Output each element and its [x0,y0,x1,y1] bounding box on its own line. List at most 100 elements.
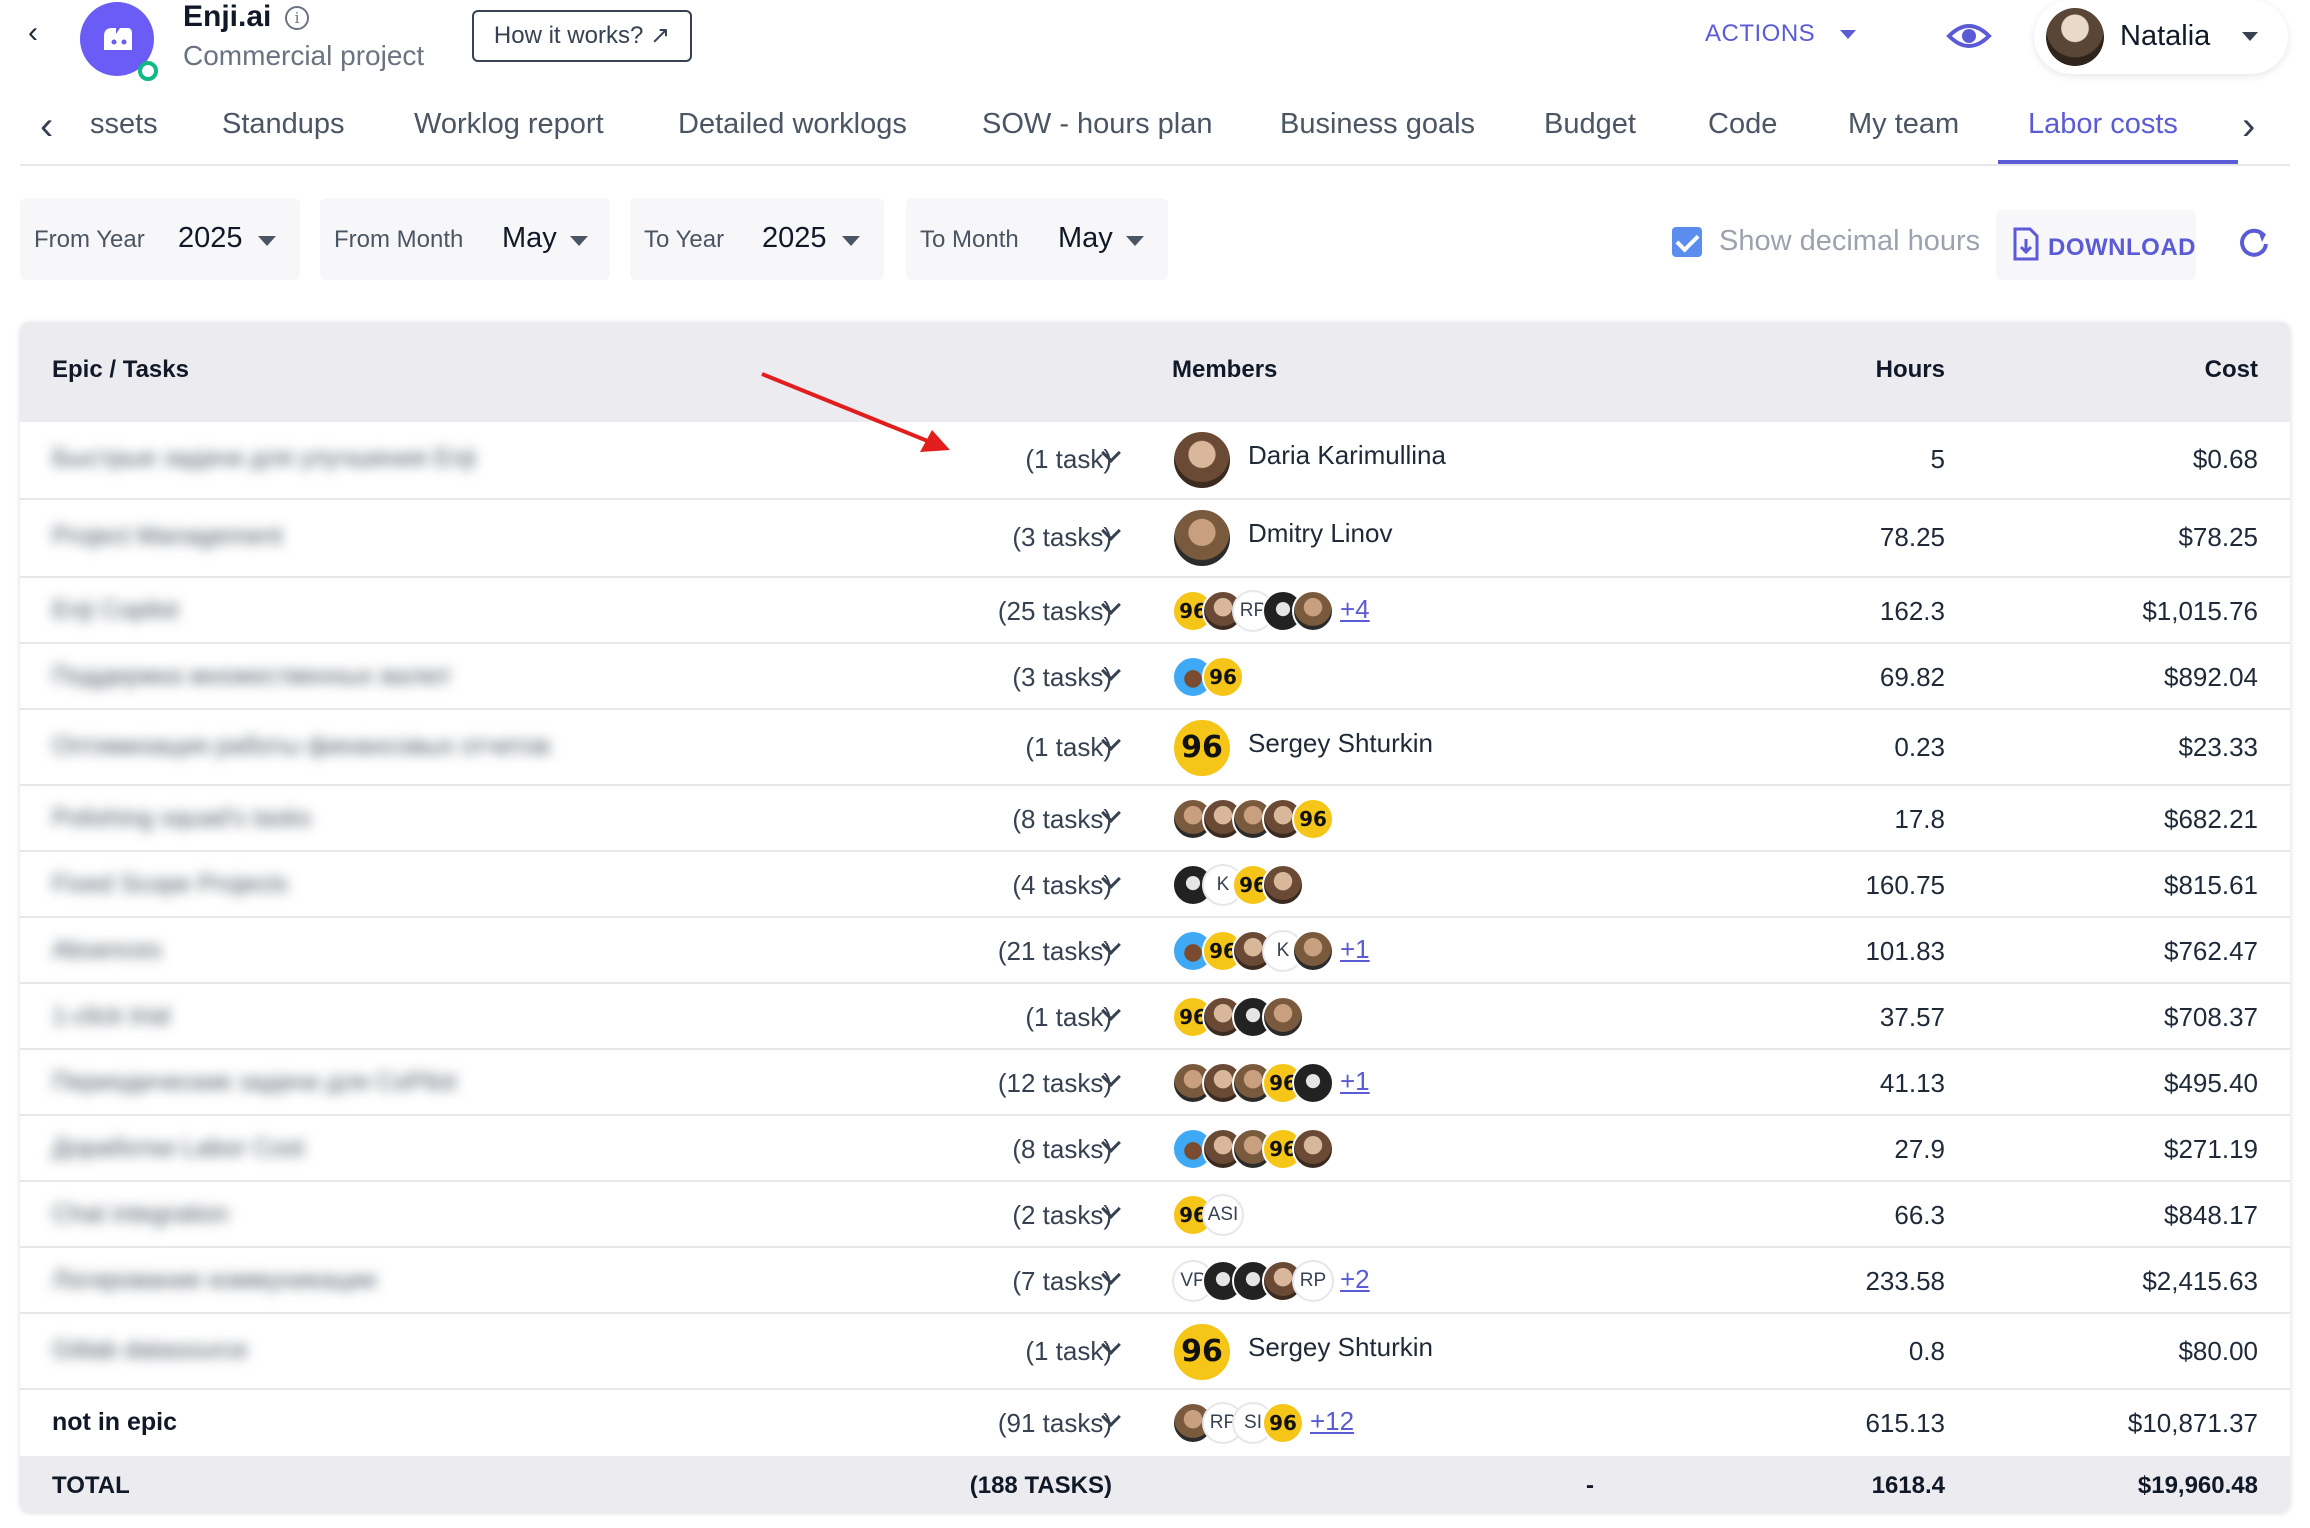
table-row[interactable]: Доработки Labor Cost (8 tasks) 96 27.9 $… [20,1116,2290,1182]
task-count: (4 tasks) [1012,870,1112,900]
task-count: (7 tasks) [1012,1266,1112,1296]
tabs-scroll-right-icon[interactable]: › [2242,106,2255,146]
tab-assets[interactable]: ssets [90,108,158,141]
task-count: (12 tasks) [997,1068,1112,1098]
avatar[interactable]: RP [1292,1260,1334,1302]
task-count: (3 tasks) [1012,662,1112,692]
caret-down-icon [842,236,860,246]
back-icon[interactable]: ‹ [28,18,58,48]
table-row[interactable]: Absences (21 tasks) 96 K +1 101.83 $762.… [20,918,2290,984]
how-it-works-button[interactable]: How it works? ↗ [472,10,692,62]
from-year-value: 2025 [178,222,243,254]
avatar[interactable]: 96 [1172,1322,1232,1382]
avatar[interactable] [1172,430,1232,490]
labor-costs-table: Epic / Tasks Members Hours Cost Быстрые … [20,322,2290,1512]
table-row[interactable]: Chat integration (2 tasks) 96 ASI 66.3 $… [20,1182,2290,1248]
table-row[interactable]: Enji Copilot (25 tasks) 96 RP +4 162.3 $… [20,578,2290,644]
tab-business-goals[interactable]: Business goals [1280,108,1475,141]
task-count: (2 tasks) [1012,1200,1112,1230]
more-members-link[interactable]: +1 [1340,934,1370,965]
to-year-label: To Year [644,226,725,253]
to-year-select[interactable]: To Year 2025 [630,198,884,280]
task-count: (8 tasks) [1012,1134,1112,1164]
tab-code[interactable]: Code [1708,108,1777,141]
from-month-label: From Month [334,226,464,253]
epic-name: 1-click trial [52,1002,171,1030]
annotation-arrow-icon [761,372,950,452]
tabs-scroll-left-icon[interactable]: ‹ [40,106,53,146]
tab-detailed-worklogs[interactable]: Detailed worklogs [678,108,907,141]
task-count: (25 tasks) [997,596,1112,626]
caret-down-icon [258,236,276,246]
hours-value: 233.58 [1865,1266,1945,1296]
epic-name: Gitlab datasource [52,1336,248,1364]
download-button[interactable]: DOWNLOAD [1996,210,2196,280]
table-row[interactable]: Поддержка множественных валют (3 tasks) … [20,644,2290,710]
table-row[interactable]: Быстрые задачи для улучшения Enji (1 tas… [20,422,2290,500]
hours-value: 0.8 [1908,1336,1945,1366]
more-members-link[interactable]: +12 [1310,1406,1354,1437]
from-month-select[interactable]: From Month May [320,198,610,280]
avatar[interactable]: 96 [1262,1402,1304,1444]
avatar[interactable]: 96 [1172,718,1232,778]
avatar[interactable] [1292,1128,1334,1170]
more-members-link[interactable]: +4 [1340,594,1370,625]
epic-name: Поддержка множественных валют [52,662,452,690]
table-row[interactable]: Polishing squad's tasks (8 tasks) 96 17.… [20,786,2290,852]
tab-worklog-report[interactable]: Worklog report [414,108,604,141]
avatar[interactable]: ASI [1202,1194,1244,1236]
show-decimal-hours-label: Show decimal hours [1719,225,1981,257]
table-row[interactable]: Периодические задачи для CoPilot (12 tas… [20,1050,2290,1116]
cost-value: $1,015.76 [2142,596,2258,626]
actions-menu-button[interactable]: ACTIONS [1705,20,1815,48]
avatar[interactable] [1172,508,1232,568]
tab-standups[interactable]: Standups [222,108,345,141]
show-decimal-hours-checkbox[interactable] [1672,227,1702,257]
table-row[interactable]: Оптимизация работы финансовых отчетов (1… [20,710,2290,786]
avatar[interactable] [1292,1062,1334,1104]
more-members-link[interactable]: +1 [1340,1066,1370,1097]
hours-value: 162.3 [1879,596,1945,626]
table-row[interactable]: Fixed Scope Projects (4 tasks) K 96 160.… [20,852,2290,918]
epic-name: not in epic [52,1408,177,1436]
eye-icon[interactable] [1946,16,1992,56]
hours-value: 27.9 [1894,1134,1945,1164]
avatar[interactable] [1292,930,1334,972]
epic-name: Absences [52,936,162,964]
more-members-link[interactable]: +2 [1340,1264,1370,1295]
epic-name: Polishing squad's tasks [52,804,312,832]
project-type: Commercial project [183,40,425,71]
header-members: Members [1172,356,1278,383]
avatar[interactable] [1262,996,1304,1038]
avatar[interactable] [1292,590,1334,632]
avatar[interactable]: 96 [1292,798,1334,840]
table-row[interactable]: not in epic (91 tasks) RP SI 96 +12 615.… [20,1390,2290,1456]
table-row[interactable]: Project Management (3 tasks) Dmitry Lino… [20,500,2290,578]
tab-labor-costs[interactable]: Labor costs [2028,108,2178,141]
hours-value: 37.57 [1879,1002,1945,1032]
avatar[interactable] [1262,864,1304,906]
user-menu[interactable]: Natalia [2034,0,2288,74]
table-row[interactable]: Gitlab datasource (1 task) 96 Sergey Sht… [20,1314,2290,1390]
tab-my-team[interactable]: My team [1848,108,1959,141]
from-year-select[interactable]: From Year 2025 [20,198,300,280]
hours-value: 17.8 [1894,804,1945,834]
tab-budget[interactable]: Budget [1544,108,1636,141]
tab-sow-hours-plan[interactable]: SOW - hours plan [982,108,1212,141]
cost-value: $0.68 [2192,444,2258,474]
info-icon[interactable]: i [285,6,309,30]
download-label: DOWNLOAD [2048,234,2196,261]
task-count: (21 tasks) [997,936,1112,966]
hours-value: 101.83 [1865,936,1945,966]
hours-value: 615.13 [1865,1408,1945,1438]
caret-down-icon[interactable] [1840,30,1856,39]
cost-value: $80.00 [2178,1336,2258,1366]
table-row[interactable]: 1-click trial (1 task) 96 37.57 $708.37 [20,984,2290,1050]
avatar[interactable]: 96 [1202,656,1244,698]
header-hours: Hours [1875,356,1945,383]
refresh-icon[interactable] [2236,224,2272,260]
chevron-down-icon [2242,32,2258,41]
cost-value: $271.19 [2164,1134,2258,1164]
to-month-select[interactable]: To Month May [906,198,1168,280]
table-row[interactable]: Логирование коммуникации (7 tasks) VP RP… [20,1248,2290,1314]
